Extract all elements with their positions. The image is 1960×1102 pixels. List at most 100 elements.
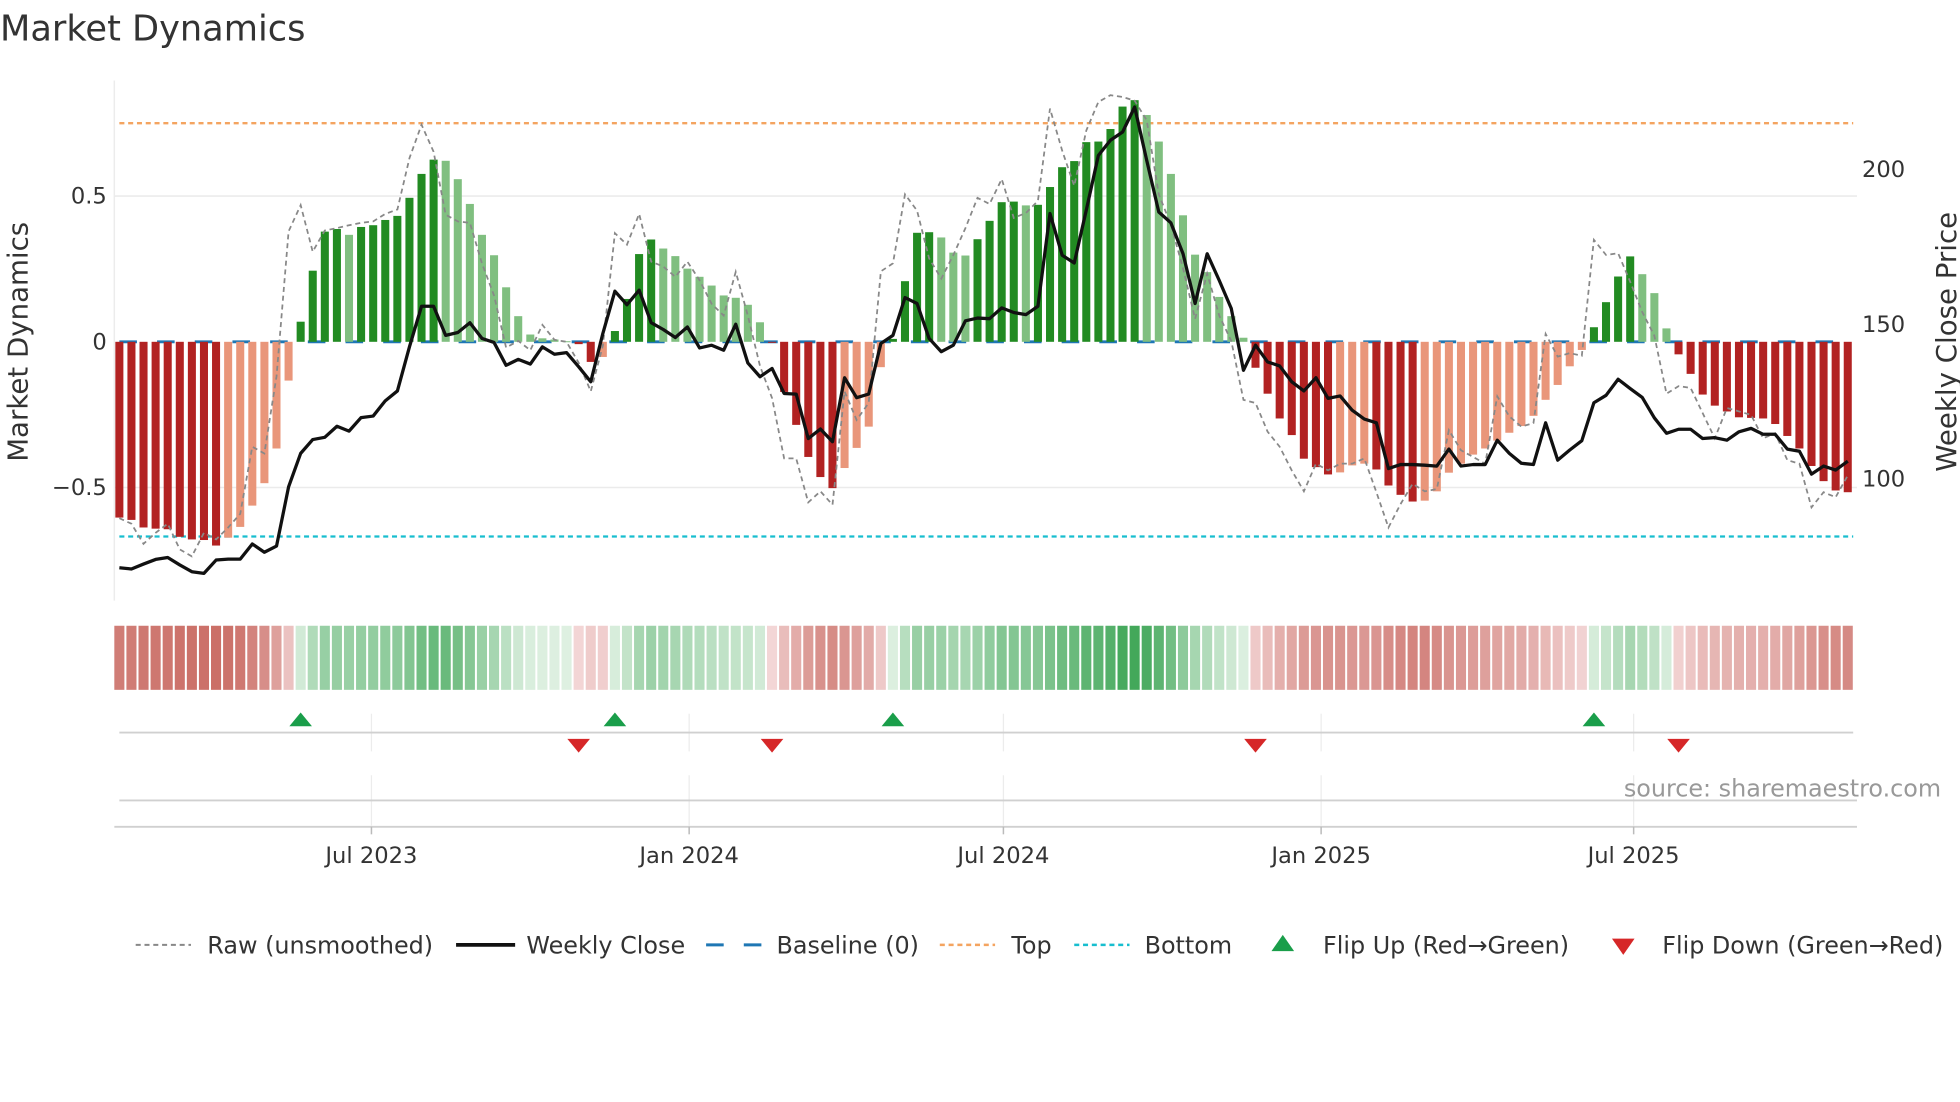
- heatmap-cell: [1286, 625, 1297, 690]
- flip-down-marker: [1244, 738, 1267, 753]
- y-tick-label: 0.5: [71, 184, 107, 210]
- market-dynamics-bar: [1553, 341, 1562, 385]
- market-dynamics-bar: [1106, 129, 1115, 342]
- market-dynamics-bar: [888, 338, 897, 342]
- market-dynamics-bar: [1372, 341, 1381, 470]
- heatmap-cell: [513, 625, 524, 690]
- heatmap-cell: [1600, 625, 1612, 690]
- heatmap-cell: [392, 625, 403, 690]
- market-dynamics-bar: [985, 220, 994, 342]
- market-dynamics-bar: [1662, 328, 1671, 342]
- market-dynamics-bar: [1783, 341, 1792, 436]
- market-dynamics-bar: [1577, 341, 1586, 350]
- heatmap-cell: [899, 625, 911, 690]
- market-dynamics-bar: [453, 179, 462, 342]
- heatmap-cell: [1044, 625, 1056, 690]
- heatmap-cell: [1105, 625, 1116, 690]
- market-dynamics-chart: Market Dynamics 0.5 0 −0.5 200 150 100 Marke…: [0, 8, 1960, 960]
- market-dynamics-bar: [260, 341, 269, 484]
- market-dynamics-bar: [973, 239, 982, 342]
- market-dynamics-bar: [1843, 341, 1852, 493]
- heatmap-cell: [1141, 625, 1152, 690]
- heatmap-cell: [1455, 625, 1467, 690]
- market-dynamics-bar: [1517, 341, 1526, 427]
- market-dynamics-bar: [1614, 276, 1623, 342]
- market-dynamics-bar: [187, 341, 196, 540]
- heatmap-cell: [1806, 625, 1817, 690]
- market-dynamics-bar: [320, 231, 329, 342]
- heatmap-cell: [742, 625, 753, 690]
- heatmap-cell: [1516, 625, 1527, 690]
- heatmap-cell: [609, 625, 620, 690]
- market-dynamics-bar: [792, 341, 801, 425]
- source-label: source: sharemaestro.com: [1624, 775, 1941, 803]
- market-dynamics-bar: [1118, 106, 1127, 342]
- heatmap-cell: [150, 625, 161, 690]
- heatmap-cell: [1347, 625, 1358, 690]
- market-dynamics-bar: [1408, 341, 1417, 502]
- legend-bottom-label: Bottom: [1145, 932, 1233, 960]
- market-dynamics-bar: [671, 256, 680, 342]
- chart-title: Market Dynamics: [0, 8, 305, 49]
- heatmap-cell: [887, 625, 898, 690]
- heatmap-cell: [694, 625, 705, 690]
- heatmap-cell: [1794, 625, 1805, 690]
- market-dynamics-bar: [1722, 341, 1731, 412]
- market-dynamics-bar: [490, 255, 499, 342]
- market-dynamics-bar: [1299, 341, 1308, 459]
- market-dynamics-bar: [1807, 341, 1816, 466]
- heatmap-cell: [1613, 625, 1624, 690]
- flip-up-marker: [1582, 712, 1606, 727]
- heatmap-cell: [162, 625, 173, 690]
- heatmap-cell: [1008, 625, 1019, 690]
- y-axis-right-ticks: 200 150 100: [1862, 157, 1905, 492]
- heatmap-cell: [174, 625, 185, 690]
- market-dynamics-bar: [538, 338, 547, 342]
- heatmap-cell: [658, 625, 669, 690]
- market-dynamics-bar: [828, 341, 837, 489]
- heatmap-cell: [331, 625, 342, 690]
- x-tick-label: Jan 2025: [1269, 843, 1371, 869]
- heatmap-cell: [1093, 625, 1104, 690]
- market-dynamics-bar: [1396, 341, 1405, 495]
- market-dynamics-bar: [502, 287, 511, 342]
- heatmap-cell: [1202, 625, 1213, 690]
- y-right-tick-label: 150: [1862, 312, 1905, 338]
- y-axis-right-label: Weekly Close Price: [1930, 212, 1960, 472]
- heatmap-cell: [368, 625, 379, 690]
- heatmap-cell: [1262, 625, 1273, 690]
- heatmap-cell: [1697, 625, 1708, 690]
- market-dynamics-bar: [236, 341, 245, 527]
- y-tick-label: −0.5: [52, 475, 107, 501]
- heatmap-cell: [1153, 625, 1164, 690]
- market-dynamics-bar: [840, 341, 849, 469]
- market-dynamics-bar: [937, 237, 946, 342]
- heatmap-cell: [1830, 625, 1841, 690]
- heatmap-cell: [114, 625, 125, 690]
- market-dynamics-bar: [1601, 302, 1611, 342]
- heatmap-cell: [561, 625, 572, 690]
- heatmap-cell: [223, 625, 234, 690]
- heatmap-cell: [440, 625, 451, 690]
- heatmap-cell: [525, 625, 536, 690]
- heatmap-cell: [706, 625, 717, 690]
- x-axis-ticks: Jul 2023 Jan 2024 Jul 2024 Jan 2025 Jul …: [323, 826, 1680, 869]
- market-dynamics-bar: [308, 270, 317, 342]
- heatmap-cell: [1165, 625, 1176, 690]
- heatmap-cell: [1480, 625, 1491, 690]
- market-dynamics-bar: [393, 215, 402, 342]
- legend-flip-up-icon: [1271, 934, 1295, 952]
- market-dynamics-bar: [1771, 341, 1780, 425]
- legend-baseline-label: Baseline (0): [776, 932, 919, 960]
- heatmap-cell: [1407, 625, 1418, 690]
- y-right-tick-label: 200: [1862, 157, 1905, 183]
- weekly-close-line: [119, 105, 1849, 575]
- market-dynamics-bar: [574, 341, 583, 345]
- heatmap-cell: [295, 625, 306, 690]
- flip-up-marker: [881, 712, 905, 727]
- heatmap-cell: [585, 625, 596, 690]
- heatmap-cell: [380, 625, 391, 690]
- market-dynamics-bar: [1311, 341, 1320, 468]
- heatmap-cell: [670, 625, 681, 690]
- market-dynamics-bar: [163, 341, 172, 530]
